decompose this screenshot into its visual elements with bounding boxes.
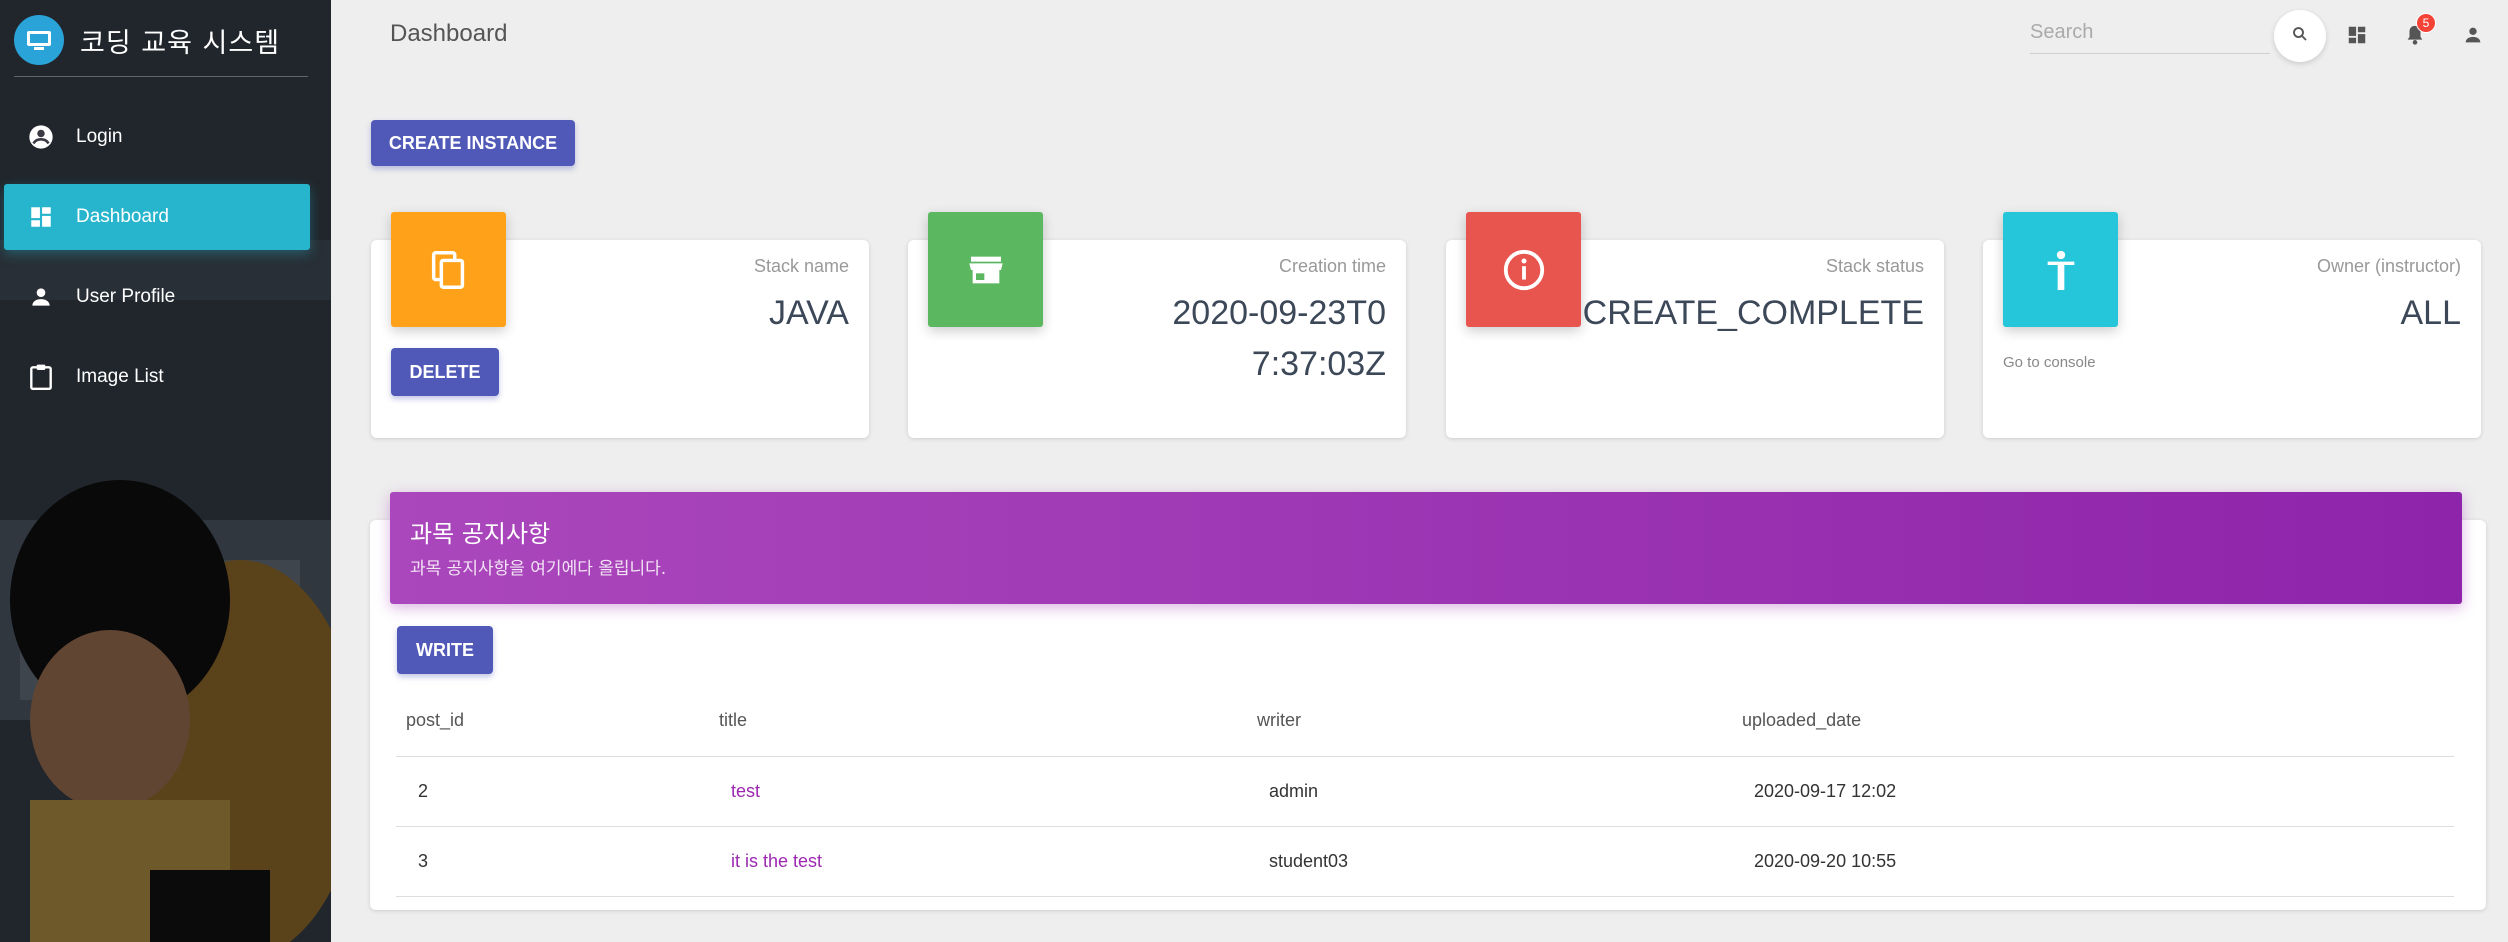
card-category: Owner (instructor) [2316,256,2461,276]
card-category: Stack name [753,256,849,276]
cell-title-link[interactable]: it is the test [709,826,1247,897]
search-button[interactable] [2274,10,2326,62]
cell-post-id: 3 [396,826,709,897]
card-category: Creation time [1278,256,1386,276]
notice-header: 과목 공지사항 과목 공지사항을 여기에다 올립니다. [390,492,2462,604]
store-icon [928,212,1043,327]
cell-title-link[interactable]: test [709,756,1247,827]
brand-title: 코딩 교육 시스템 [80,27,281,59]
notice-panel: 과목 공지사항 과목 공지사항을 여기에다 올립니다. WRITE post_i… [370,492,2486,910]
card-category: Stack status [1825,256,1924,276]
sidebar-item-dashboard[interactable]: Dashboard [4,184,310,250]
card-value: ALL [2400,294,2462,332]
stack-name-card: Stack name JAVA DELETE [371,212,869,438]
column-header-uploaded-date: uploaded_date [1732,686,2454,757]
cell-uploaded-date: 2020-09-17 12:02 [1732,756,2454,827]
search-input[interactable] [2030,14,2270,50]
card-value: CREATE_COMPLETE [1582,294,1924,332]
account-circle-icon [26,122,56,152]
sidebar-item-label: Login [76,126,123,147]
card-value: 2020-09-23T07:37:03Z [1172,294,1386,383]
notice-title: 과목 공지사항 [410,520,551,548]
table-header-row: post_id title writer uploaded_date [396,686,2454,757]
notification-badge: 5 [2416,13,2436,33]
sidebar-item-label: Dashboard [76,206,169,227]
search-icon [2291,25,2309,48]
sidebar-item-user-profile[interactable]: User Profile [4,264,310,330]
creation-time-card: Creation time 2020-09-23T07:37:03Z [908,212,1406,438]
accessibility-icon [2003,212,2118,327]
column-header-title: title [709,686,1247,757]
dashboard-icon [26,202,56,232]
sidebar-divider [14,76,308,77]
search-field [2030,14,2270,54]
brand[interactable]: 코딩 교육 시스템 [14,12,280,68]
sidebar-item-image-list[interactable]: Image List [4,344,310,410]
page-title: Dashboard [390,20,508,47]
cell-writer: admin [1247,756,1732,827]
person-icon [26,282,56,312]
cell-post-id: 2 [396,756,709,827]
cell-writer: student03 [1247,826,1732,897]
brand-logo-icon [14,15,64,65]
notice-table: post_id title writer uploaded_date 2 tes… [396,686,2454,897]
delete-button[interactable]: DELETE [391,348,499,396]
create-instance-button[interactable]: CREATE INSTANCE [371,120,575,166]
dashboard-icon[interactable] [2342,20,2372,50]
person-icon[interactable] [2458,20,2488,50]
owner-card: Owner (instructor) ALL Go to console [1983,212,2481,438]
table-row[interactable]: 2 test admin 2020-09-17 12:02 [396,756,2454,827]
copy-icon [391,212,506,327]
write-button[interactable]: WRITE [397,626,493,674]
table-row[interactable]: 3 it is the test student03 2020-09-20 10… [396,826,2454,897]
info-icon [1466,212,1581,327]
sidebar-item-label: Image List [76,366,164,387]
sidebar-item-login[interactable]: Login [4,104,310,170]
column-header-post-id: post_id [396,686,709,757]
notice-subtitle: 과목 공지사항을 여기에다 올립니다. [410,559,667,579]
cell-uploaded-date: 2020-09-20 10:55 [1732,826,2454,897]
sidebar: 코딩 교육 시스템 Login Dashboard User Profile I… [0,0,331,942]
card-value: JAVA [769,294,849,332]
stack-status-card: Stack status CREATE_COMPLETE [1446,212,1944,438]
go-to-console-link[interactable]: Go to console [2003,354,2096,371]
column-header-writer: writer [1247,686,1732,757]
sidebar-item-label: User Profile [76,286,176,307]
clipboard-icon [26,362,56,392]
